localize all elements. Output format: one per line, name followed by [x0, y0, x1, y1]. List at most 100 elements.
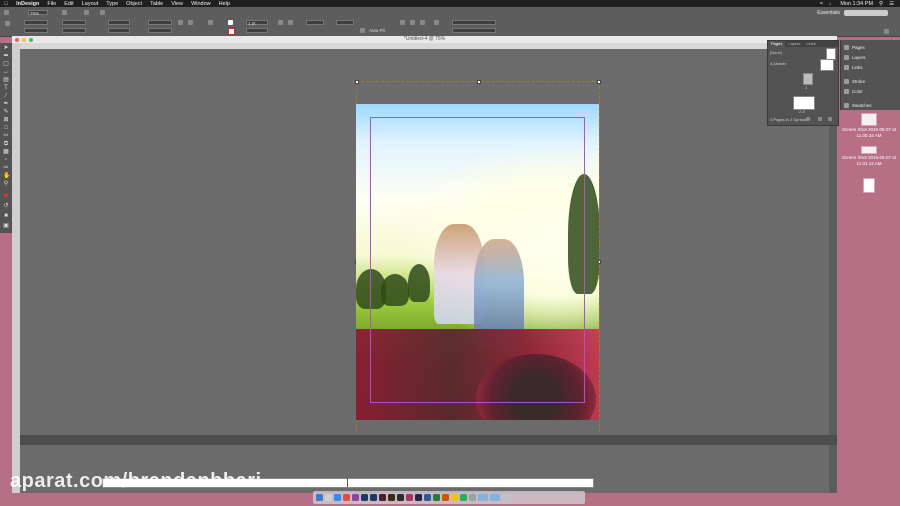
type-tool-icon[interactable]: T	[3, 85, 9, 91]
tab-links[interactable]: Links	[803, 41, 818, 47]
menu-window[interactable]: Window	[187, 1, 215, 7]
vertical-ruler[interactable]	[12, 43, 20, 493]
home-icon[interactable]	[4, 10, 9, 15]
flip-icon[interactable]	[208, 20, 213, 25]
y-field[interactable]	[24, 28, 48, 33]
content-collector-icon[interactable]: ▤	[3, 77, 9, 83]
effects-icon[interactable]	[278, 20, 283, 25]
documents-folder-icon[interactable]	[490, 494, 500, 501]
volume-icon[interactable]: ♩	[829, 1, 835, 7]
app-menu[interactable]: InDesign	[12, 1, 43, 7]
height-field[interactable]	[62, 28, 86, 33]
resize-handle[interactable]	[355, 80, 359, 84]
dock-swatches[interactable]: Swatches	[844, 101, 898, 110]
menu-table[interactable]: Table	[146, 1, 167, 7]
fill-swatch-icon[interactable]	[228, 20, 233, 25]
illustrator-icon[interactable]	[388, 494, 395, 501]
opacity-icon[interactable]	[288, 20, 293, 25]
downloads-folder-icon[interactable]	[478, 494, 488, 501]
workspace-switcher[interactable]: Essentials	[817, 10, 840, 16]
stroke-type-field[interactable]	[246, 28, 268, 33]
word-icon[interactable]	[424, 494, 431, 501]
zoom-tool-icon[interactable]: ⚲	[3, 181, 9, 187]
menu-help[interactable]: Help	[215, 1, 234, 7]
fill-stroke-icon[interactable]: ◉	[3, 193, 9, 199]
indesign-icon[interactable]	[379, 494, 386, 501]
messages-icon[interactable]	[460, 494, 467, 501]
gap-tool-icon[interactable]: ↔	[3, 69, 9, 75]
pencil-tool-icon[interactable]: ✎	[3, 109, 9, 115]
corner-field[interactable]	[336, 20, 354, 25]
master-a-label[interactable]: A-Master	[770, 61, 786, 66]
master-none-label[interactable]: [None]	[770, 50, 782, 55]
reference-point-icon[interactable]	[5, 21, 10, 26]
dock-layers[interactable]: Layers	[844, 53, 898, 62]
excel-icon[interactable]	[433, 494, 440, 501]
menu-file[interactable]: File	[43, 1, 60, 7]
rotate-ccw-icon[interactable]	[188, 20, 193, 25]
screen-mode-icon[interactable]	[84, 10, 89, 15]
desktop-file-3[interactable]	[841, 178, 897, 194]
pasteboard[interactable]	[20, 49, 829, 443]
fit-frame-icon[interactable]	[410, 20, 415, 25]
tab-pages[interactable]: Pages	[768, 41, 786, 47]
spread-2-3-thumb[interactable]	[793, 96, 815, 110]
rotate-cw-icon[interactable]	[178, 20, 183, 25]
panel-menu-icon[interactable]	[884, 29, 889, 34]
gradient-tool-icon[interactable]: ▦	[3, 149, 9, 155]
view-options-icon[interactable]	[62, 10, 67, 15]
fit-content-icon[interactable]	[400, 20, 405, 25]
wrap-field[interactable]	[452, 28, 496, 33]
dock-stroke[interactable]: Stroke	[844, 77, 898, 86]
scissors-tool-icon[interactable]: ✂	[3, 133, 9, 139]
menu-object[interactable]: Object	[122, 1, 146, 7]
premiere-icon[interactable]	[415, 494, 422, 501]
preferences-icon[interactable]	[469, 494, 476, 501]
resize-handle[interactable]	[477, 80, 481, 84]
center-content-icon[interactable]	[420, 20, 425, 25]
fill-proportion-icon[interactable]	[434, 20, 439, 25]
tab-layers[interactable]: Layers	[785, 41, 803, 47]
rotate-field[interactable]	[148, 20, 172, 25]
page-tool-icon[interactable]: ▢	[3, 61, 9, 67]
delete-page-icon[interactable]	[828, 117, 832, 121]
note-tool-icon[interactable]: ▫	[3, 157, 9, 163]
shear-field[interactable]	[148, 28, 172, 33]
swap-colors-icon[interactable]: ↺	[3, 203, 9, 209]
placed-photo[interactable]	[356, 104, 599, 420]
page-1-thumb[interactable]	[803, 73, 813, 85]
menu-layout[interactable]: Layout	[78, 1, 103, 7]
itunes-icon[interactable]	[352, 494, 359, 501]
line-tool-icon[interactable]: ∕	[3, 93, 9, 99]
finder-icon[interactable]	[316, 494, 323, 501]
screen-mode-tool-icon[interactable]: ▣	[3, 223, 9, 229]
notification-icon[interactable]: ☰	[889, 1, 894, 7]
safari-icon[interactable]	[334, 494, 341, 501]
indesign-alt-icon[interactable]	[406, 494, 413, 501]
dock-pages[interactable]: Pages	[844, 43, 898, 52]
notes-icon[interactable]	[451, 494, 458, 501]
menu-type[interactable]: Type	[102, 1, 122, 7]
selection-tool-icon[interactable]: ➤	[3, 45, 9, 51]
dock-links[interactable]: Links	[844, 63, 898, 72]
scale-y-field[interactable]	[108, 28, 130, 33]
rectangle-tool-icon[interactable]: □	[3, 125, 9, 131]
zoom-field[interactable]: 75%	[28, 10, 48, 16]
rectangle-frame-tool-icon[interactable]: ⊠	[3, 117, 9, 123]
autofit-checkbox-icon[interactable]	[360, 28, 365, 33]
object-style-field[interactable]	[452, 20, 496, 25]
launchpad-icon[interactable]	[325, 494, 332, 501]
new-page-icon[interactable]	[818, 117, 822, 121]
stroke-swatch-icon[interactable]	[228, 28, 235, 35]
master-a-thumb[interactable]	[820, 59, 834, 71]
wifi-icon[interactable]: ≈	[820, 1, 823, 7]
desktop-file-screenshot-1[interactable]: Screen Shot 2015-05-07 at 11.00.34 AM	[841, 113, 897, 138]
apple-icon[interactable]: 	[0, 1, 12, 7]
menu-clock[interactable]: Mon 1:34 PM	[840, 1, 873, 7]
powerpoint-icon[interactable]	[442, 494, 449, 501]
menu-edit[interactable]: Edit	[60, 1, 77, 7]
width-field[interactable]	[62, 20, 86, 25]
scale-x-field[interactable]	[108, 20, 130, 25]
x-field[interactable]	[24, 20, 48, 25]
chrome-icon[interactable]	[343, 494, 350, 501]
